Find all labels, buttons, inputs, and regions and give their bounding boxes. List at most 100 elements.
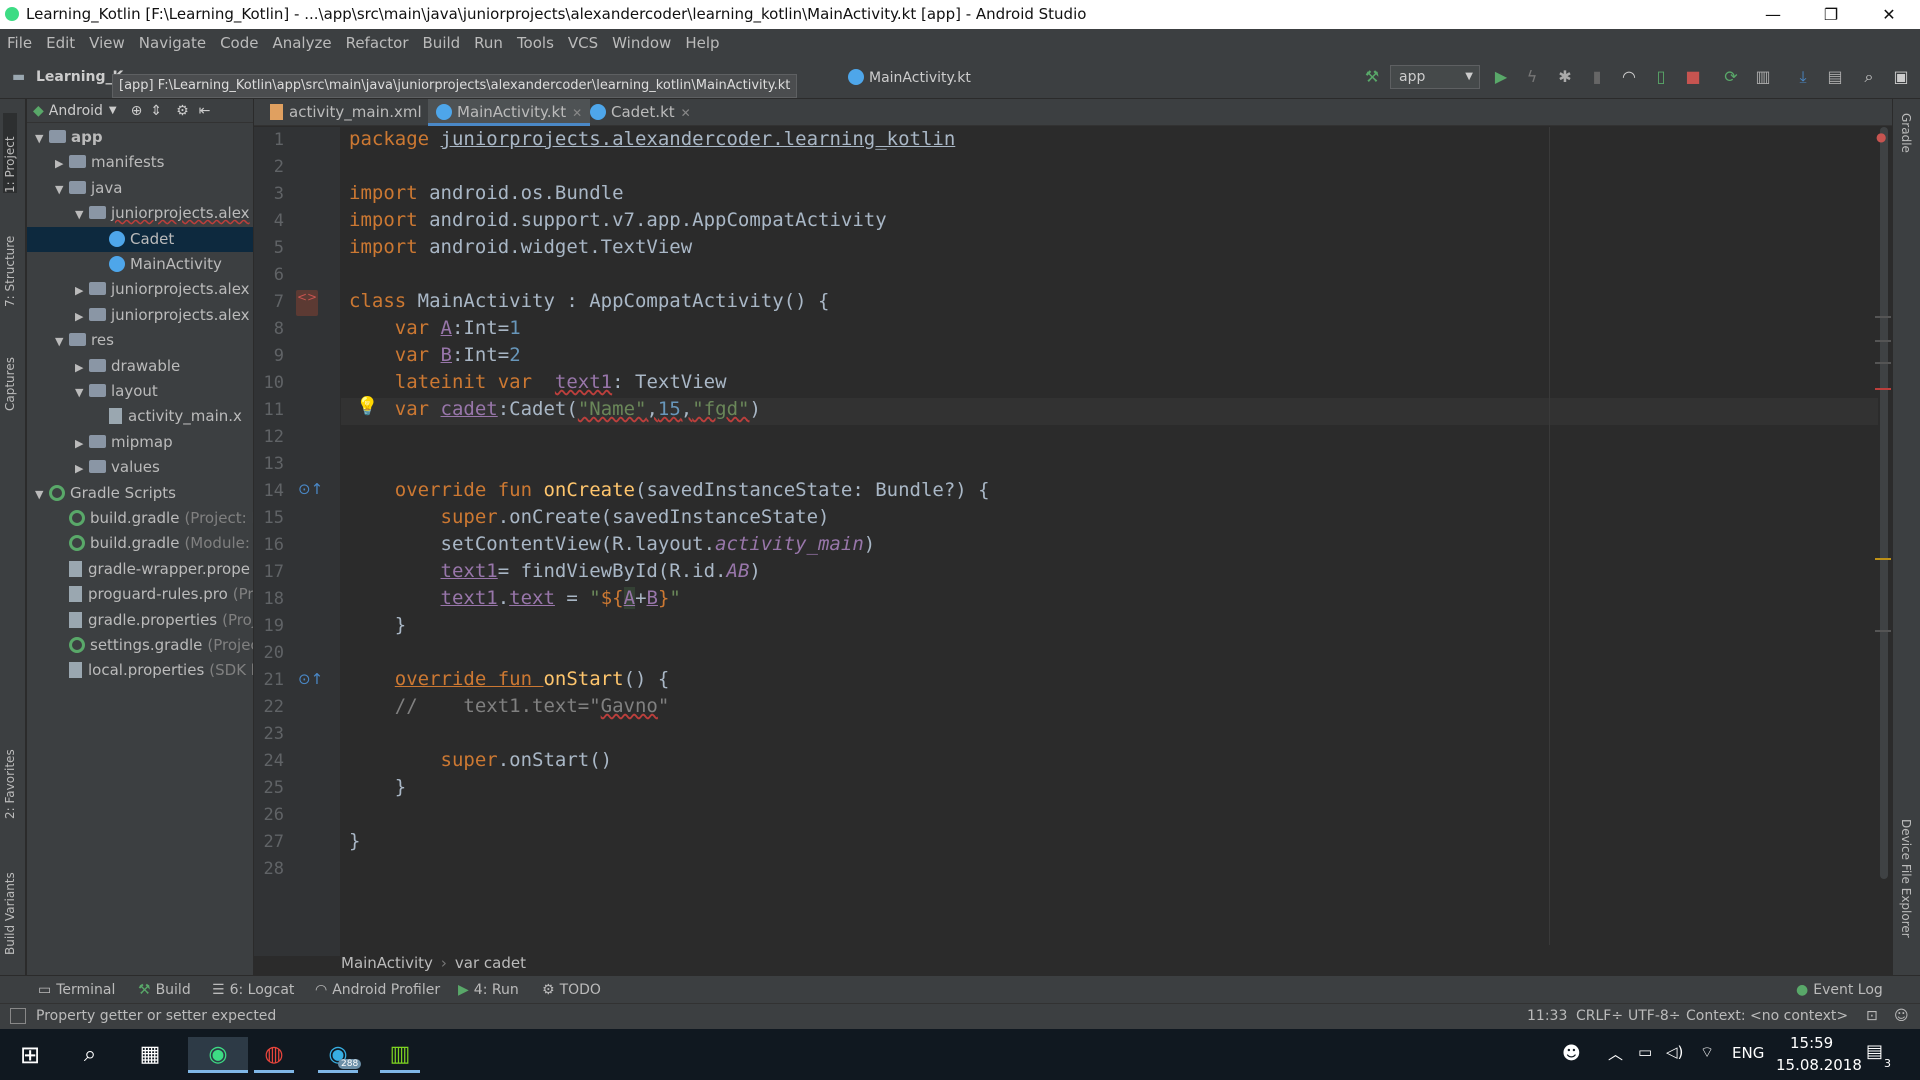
expanded-arrow-icon[interactable]: ▼	[35, 482, 49, 507]
tree-item[interactable]: gradle.properties (Proj	[27, 608, 253, 633]
tree-item[interactable]: settings.gradle(Projec	[27, 633, 253, 658]
clock-time[interactable]: 15:59	[1790, 1034, 1833, 1052]
menu-file[interactable]: File	[0, 29, 39, 57]
file-encoding[interactable]: UTF-8÷	[1628, 1008, 1681, 1024]
collapsed-arrow-icon[interactable]: ▶	[75, 431, 89, 456]
tool-event-log[interactable]: Event Log	[1813, 982, 1883, 998]
collapsed-arrow-icon[interactable]: ▶	[75, 355, 89, 380]
tool-windows-toggle-icon[interactable]	[10, 1008, 26, 1024]
tree-item[interactable]: ▼ app	[27, 125, 253, 150]
sheets-app-icon[interactable]: ▥	[380, 1037, 420, 1073]
sync-gradle-icon[interactable]: ⟳	[1722, 68, 1740, 86]
tool-todo[interactable]: TODO	[560, 982, 601, 998]
menu-run[interactable]: Run	[467, 29, 510, 57]
tool-favorites[interactable]: 2: Favorites	[3, 739, 17, 819]
menu-analyze[interactable]: Analyze	[265, 29, 338, 57]
caret-position[interactable]: 11:33	[1527, 1008, 1567, 1024]
menu-help[interactable]: Help	[678, 29, 726, 57]
menu-vcs[interactable]: VCS	[561, 29, 605, 57]
menu-code[interactable]: Code	[213, 29, 265, 57]
view-mode-select[interactable]: Android	[49, 103, 103, 119]
task-view-icon[interactable]: ▦	[130, 1037, 170, 1073]
tab-cadet[interactable]: Cadet.kt ✕	[582, 99, 699, 126]
tree-item[interactable]: ▼ java	[27, 176, 253, 201]
layout-link-icon[interactable]: <>	[296, 290, 318, 316]
debug-icon[interactable]: ✱	[1556, 68, 1574, 86]
attach-debugger-icon[interactable]: ▯	[1652, 68, 1670, 86]
tree-item[interactable]: ▼ res	[27, 328, 253, 353]
tree-item[interactable]: ▶ juniorprojects.alex	[27, 277, 253, 302]
chrome-icon[interactable]: ◍	[254, 1037, 294, 1073]
language-indicator[interactable]: ENG	[1732, 1044, 1764, 1062]
tree-item[interactable]: build.gradle (Module:	[27, 531, 253, 556]
profile-icon[interactable]: ◠	[1620, 68, 1638, 86]
clock-date[interactable]: 15.08.2018	[1776, 1056, 1862, 1074]
close-icon[interactable]: ✕	[681, 106, 691, 120]
project-crumb[interactable]: Learning_K	[36, 69, 123, 85]
tree-item[interactable]: ▶ juniorprojects.alex	[27, 303, 253, 328]
project-structure-icon[interactable]: ▤	[1826, 68, 1844, 86]
menu-window[interactable]: Window	[605, 29, 678, 57]
people-icon[interactable]: ☻	[1562, 1043, 1581, 1064]
windows-start-icon[interactable]: ⊞	[10, 1037, 50, 1073]
tree-item[interactable]: ▼ juniorprojects.alex	[27, 201, 253, 226]
make-project-icon[interactable]: ⚒	[1363, 68, 1381, 86]
error-indicator-icon[interactable]: ●	[1876, 130, 1886, 144]
file-crumb[interactable]: MainActivity.kt	[869, 70, 971, 86]
search-icon[interactable]: ⌕	[1860, 68, 1878, 86]
tree-item[interactable]: ▼ layout	[27, 379, 253, 404]
scroll-from-source-icon[interactable]: ⊕	[131, 103, 143, 119]
stop-icon[interactable]: ■	[1684, 68, 1702, 86]
menu-refactor[interactable]: Refactor	[339, 29, 416, 57]
coverage-icon[interactable]: ▮	[1588, 68, 1606, 86]
expanded-arrow-icon[interactable]: ▼	[75, 202, 89, 227]
battery-icon[interactable]: ▭	[1638, 1043, 1652, 1061]
tree-item[interactable]: activity_main.x	[27, 404, 253, 429]
tree-item[interactable]: local.properties (SDK l	[27, 658, 253, 683]
close-icon[interactable]: ✕	[572, 106, 582, 120]
action-center-icon[interactable]: ▤	[1866, 1041, 1883, 1062]
hide-panel-icon[interactable]: ⇤	[199, 103, 211, 119]
collapsed-arrow-icon[interactable]: ▶	[55, 151, 69, 176]
context-indicator[interactable]: Context: <no context>	[1686, 1008, 1848, 1024]
hector-icon[interactable]: ☺	[1894, 1008, 1909, 1024]
override-icon[interactable]: ⊙↑	[298, 480, 323, 498]
menu-build[interactable]: Build	[416, 29, 468, 57]
tool-build[interactable]: Build	[156, 982, 191, 998]
scrollbar-thumb[interactable]	[1880, 127, 1888, 879]
expanded-arrow-icon[interactable]: ▼	[55, 177, 69, 202]
tool-logcat[interactable]: 6: Logcat	[230, 982, 295, 998]
menu-tools[interactable]: Tools	[510, 29, 561, 57]
minimize-button[interactable]: —	[1744, 0, 1802, 29]
editor-scrollbar[interactable]	[1878, 127, 1892, 945]
volume-icon[interactable]: ◁)	[1666, 1043, 1683, 1061]
collapsed-arrow-icon[interactable]: ▶	[75, 456, 89, 481]
tree-item[interactable]: ▶ manifests	[27, 150, 253, 175]
menu-view[interactable]: View	[82, 29, 132, 57]
override-icon[interactable]: ⊙↑	[298, 670, 323, 688]
sdk-manager-icon[interactable]: ⤓	[1794, 68, 1812, 86]
collapsed-arrow-icon[interactable]: ▶	[75, 304, 89, 329]
apply-changes-icon[interactable]: ϟ	[1523, 68, 1541, 86]
expanded-arrow-icon[interactable]: ▼	[35, 126, 49, 151]
collapse-all-icon[interactable]: ⇕	[150, 103, 162, 119]
collapsed-arrow-icon[interactable]: ▶	[75, 278, 89, 303]
tool-terminal[interactable]: Terminal	[56, 982, 115, 998]
ide-settings-icon[interactable]: ▣	[1892, 68, 1910, 86]
tool-structure[interactable]: 7: Structure	[3, 217, 17, 307]
tree-item[interactable]: gradle-wrapper.prope	[27, 557, 253, 582]
tool-captures[interactable]: Captures	[3, 331, 17, 411]
tool-build-variants[interactable]: Build Variants	[3, 855, 17, 955]
tab-mainactivity[interactable]: MainActivity.kt ✕	[428, 99, 591, 126]
tool-run[interactable]: 4: Run	[474, 982, 519, 998]
tool-android-profiler[interactable]: Android Profiler	[332, 982, 440, 998]
tool-device-file-explorer[interactable]: Device File Explorer	[1899, 819, 1913, 938]
tree-item[interactable]: build.gradle (Project: L	[27, 506, 253, 531]
breadcrumb-member[interactable]: var cadet	[455, 954, 526, 972]
tab-activity-main[interactable]: activity_main.xml✕	[262, 99, 446, 126]
tree-item[interactable]: ▶ values	[27, 455, 253, 480]
tree-item[interactable]: ▶ drawable	[27, 354, 253, 379]
close-button[interactable]: ✕	[1860, 0, 1918, 29]
menu-navigate[interactable]: Navigate	[132, 29, 213, 57]
tool-gradle[interactable]: Gradle	[1899, 113, 1913, 153]
